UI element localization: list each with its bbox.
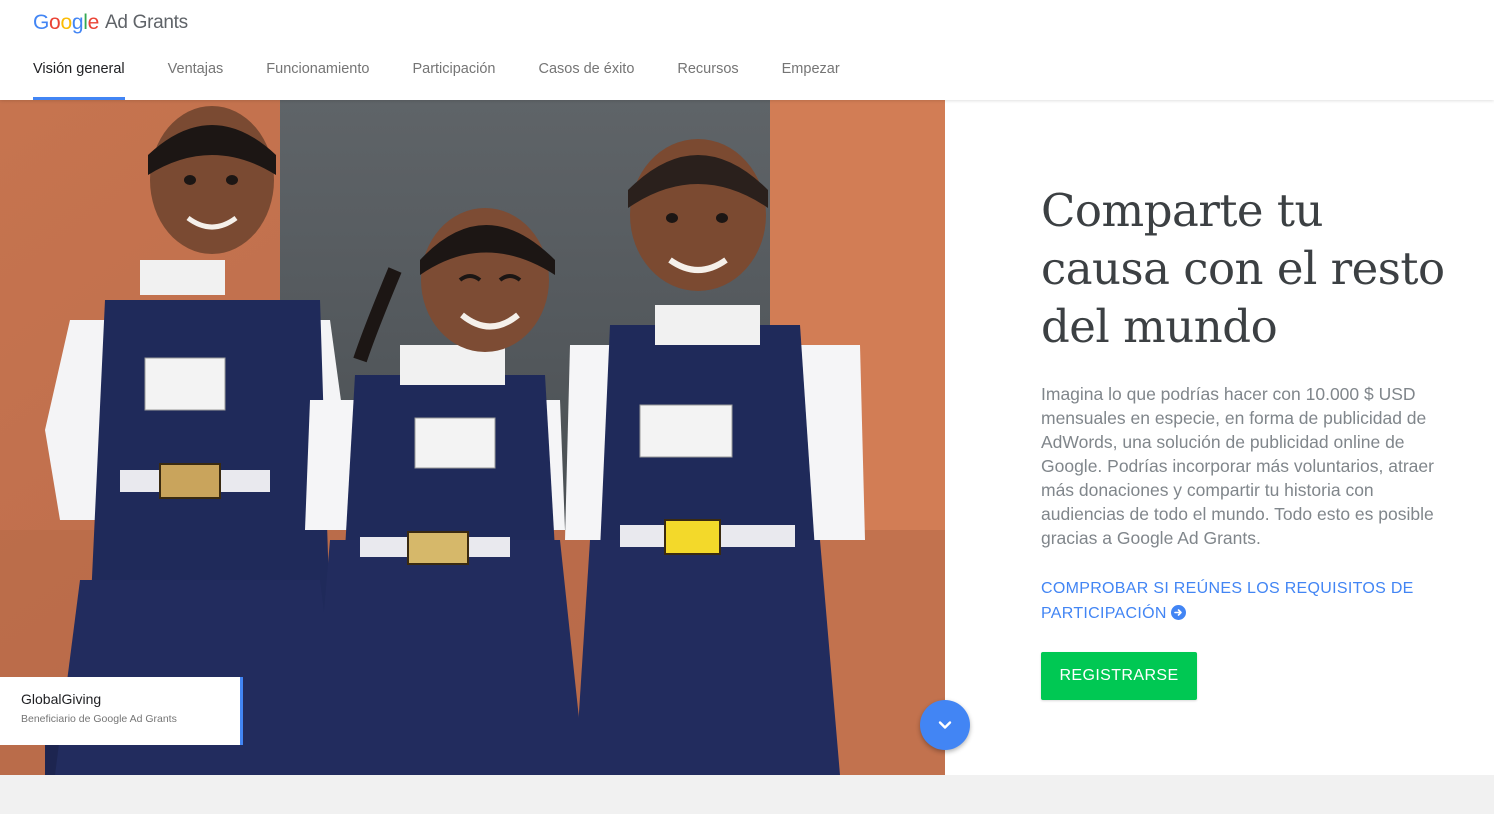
logo-letter: e (87, 11, 100, 34)
caption-subtitle: Beneficiario de Google Ad Grants (21, 713, 177, 725)
google-ad-grants-logo[interactable]: G o o g l e Ad Grants (33, 10, 188, 36)
logo-product-name: Ad Grants (104, 12, 188, 33)
main-nav: Visión general Ventajas Funcionamiento P… (33, 48, 883, 100)
nav-item-recursos[interactable]: Recursos (677, 48, 738, 100)
hero-caption-card: GlobalGiving Beneficiario de Google Ad G… (0, 677, 243, 745)
nav-item-funcionamiento[interactable]: Funcionamiento (266, 48, 369, 100)
nav-item-ventajas[interactable]: Ventajas (168, 48, 224, 100)
page-headline: Comparte tu causa con el resto del mundo (1041, 184, 1445, 353)
nav-item-casos-de-exito[interactable]: Casos de éxito (538, 48, 634, 100)
scroll-down-button[interactable] (920, 700, 970, 750)
nav-item-empezar[interactable]: Empezar (782, 48, 840, 100)
logo-letter: G (33, 11, 50, 34)
chevron-down-icon (938, 721, 952, 729)
nav-item-vision-general[interactable]: Visión general (33, 48, 125, 100)
next-section-strip (0, 775, 1494, 814)
logo-letter: o (49, 11, 61, 34)
hero-illustration (0, 100, 945, 775)
hero-photo (0, 100, 945, 775)
hero-content: Comparte tu causa con el resto del mundo… (1041, 182, 1451, 700)
register-button[interactable]: REGISTRARSE (1041, 652, 1197, 700)
logo-letter: g (71, 11, 84, 34)
logo-letter: o (60, 11, 72, 34)
hero-description: Imagina lo que podrías hacer con 10.000 … (1041, 384, 1434, 548)
check-eligibility-link[interactable]: COMPROBAR SI REÚNES LOS REQUISITOS DE PA… (1041, 576, 1451, 626)
site-header: G o o g l e Ad Grants Visión general Ven… (0, 0, 1494, 100)
arrow-right-circle-icon (1170, 605, 1186, 620)
caption-title: GlobalGiving (21, 691, 102, 707)
nav-item-participacion[interactable]: Participación (412, 48, 495, 100)
eligibility-link-text: COMPROBAR SI REÚNES LOS REQUISITOS DE PA… (1041, 580, 1414, 622)
